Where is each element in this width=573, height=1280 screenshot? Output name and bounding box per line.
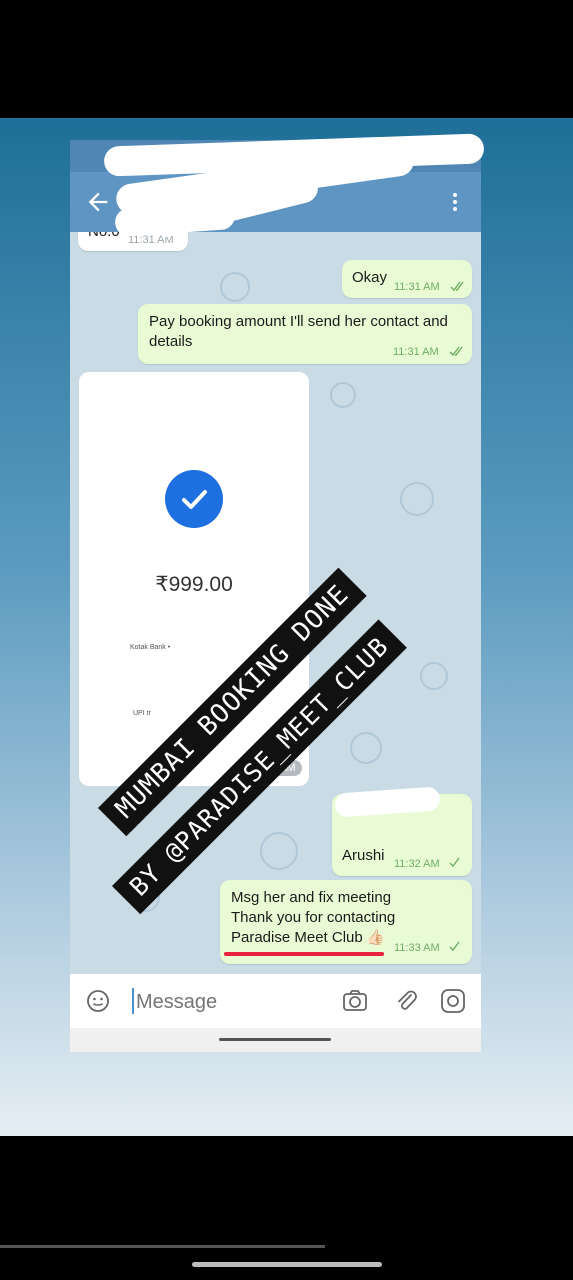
message-text-line-1: Msg her and fix meeting [231,889,392,906]
message-input-bar [70,974,481,1028]
message-time: 11:33 AM [394,942,440,954]
camera-icon[interactable] [342,989,368,1013]
message-time: 11:31 AM [394,281,440,293]
more-vert-icon[interactable] [443,190,467,214]
wallpaper-doodle [220,272,250,302]
single-check-icon [449,941,460,952]
wallpaper-doodle [420,662,448,690]
double-check-icon [449,346,463,357]
wallpaper-doodle [400,482,434,516]
wallpaper-doodle [260,832,298,870]
message-text: Arushi [342,847,385,864]
message-text: Okay [352,269,388,286]
system-nav-bar [70,1028,481,1052]
message-text-line-1: Pay booking amount I'll send her contact… [149,313,448,330]
wallpaper-doodle [350,732,382,764]
message-bubble-outgoing[interactable]: Okay 11:31 AM [342,260,472,298]
message-text-line-3: Paradise Meet Club [231,929,363,946]
message-time: 11:31 AM [393,346,439,358]
check-icon [182,490,207,509]
upi-line: UPI tr [133,710,151,717]
screenshot-card: No.0 11:31 AM Okay 11:31 AM Pay booking … [70,140,481,1052]
red-underline [224,952,384,956]
instagram-icon[interactable] [440,988,466,1014]
success-check-circle [165,470,223,528]
attach-icon[interactable] [394,988,418,1014]
message-bubble-outgoing[interactable]: Pay booking amount I'll send her contact… [138,304,472,364]
wallpaper-doodle [330,382,356,408]
message-time: 11:32 AM [394,858,440,870]
gesture-handle[interactable] [219,1038,331,1041]
chat-area[interactable]: No.0 11:31 AM Okay 11:31 AM Pay booking … [70,232,481,974]
message-input[interactable] [134,986,338,1018]
message-text-line-2: Thank you for contacting [231,909,396,926]
double-check-icon [450,281,464,292]
message-text-line-2: details [149,333,193,350]
emoji-icon[interactable] [86,989,110,1013]
message-text: No.0 [88,232,120,242]
payment-amount: ₹999.00 [155,573,233,596]
single-check-icon [449,857,460,868]
story-progress-bar [0,1245,325,1248]
bank-line: Kotak Bank • [130,644,171,651]
thumbs-up-emoji: 👍🏻 [366,929,385,946]
back-arrow-icon[interactable] [84,188,112,216]
home-indicator[interactable] [192,1262,382,1267]
